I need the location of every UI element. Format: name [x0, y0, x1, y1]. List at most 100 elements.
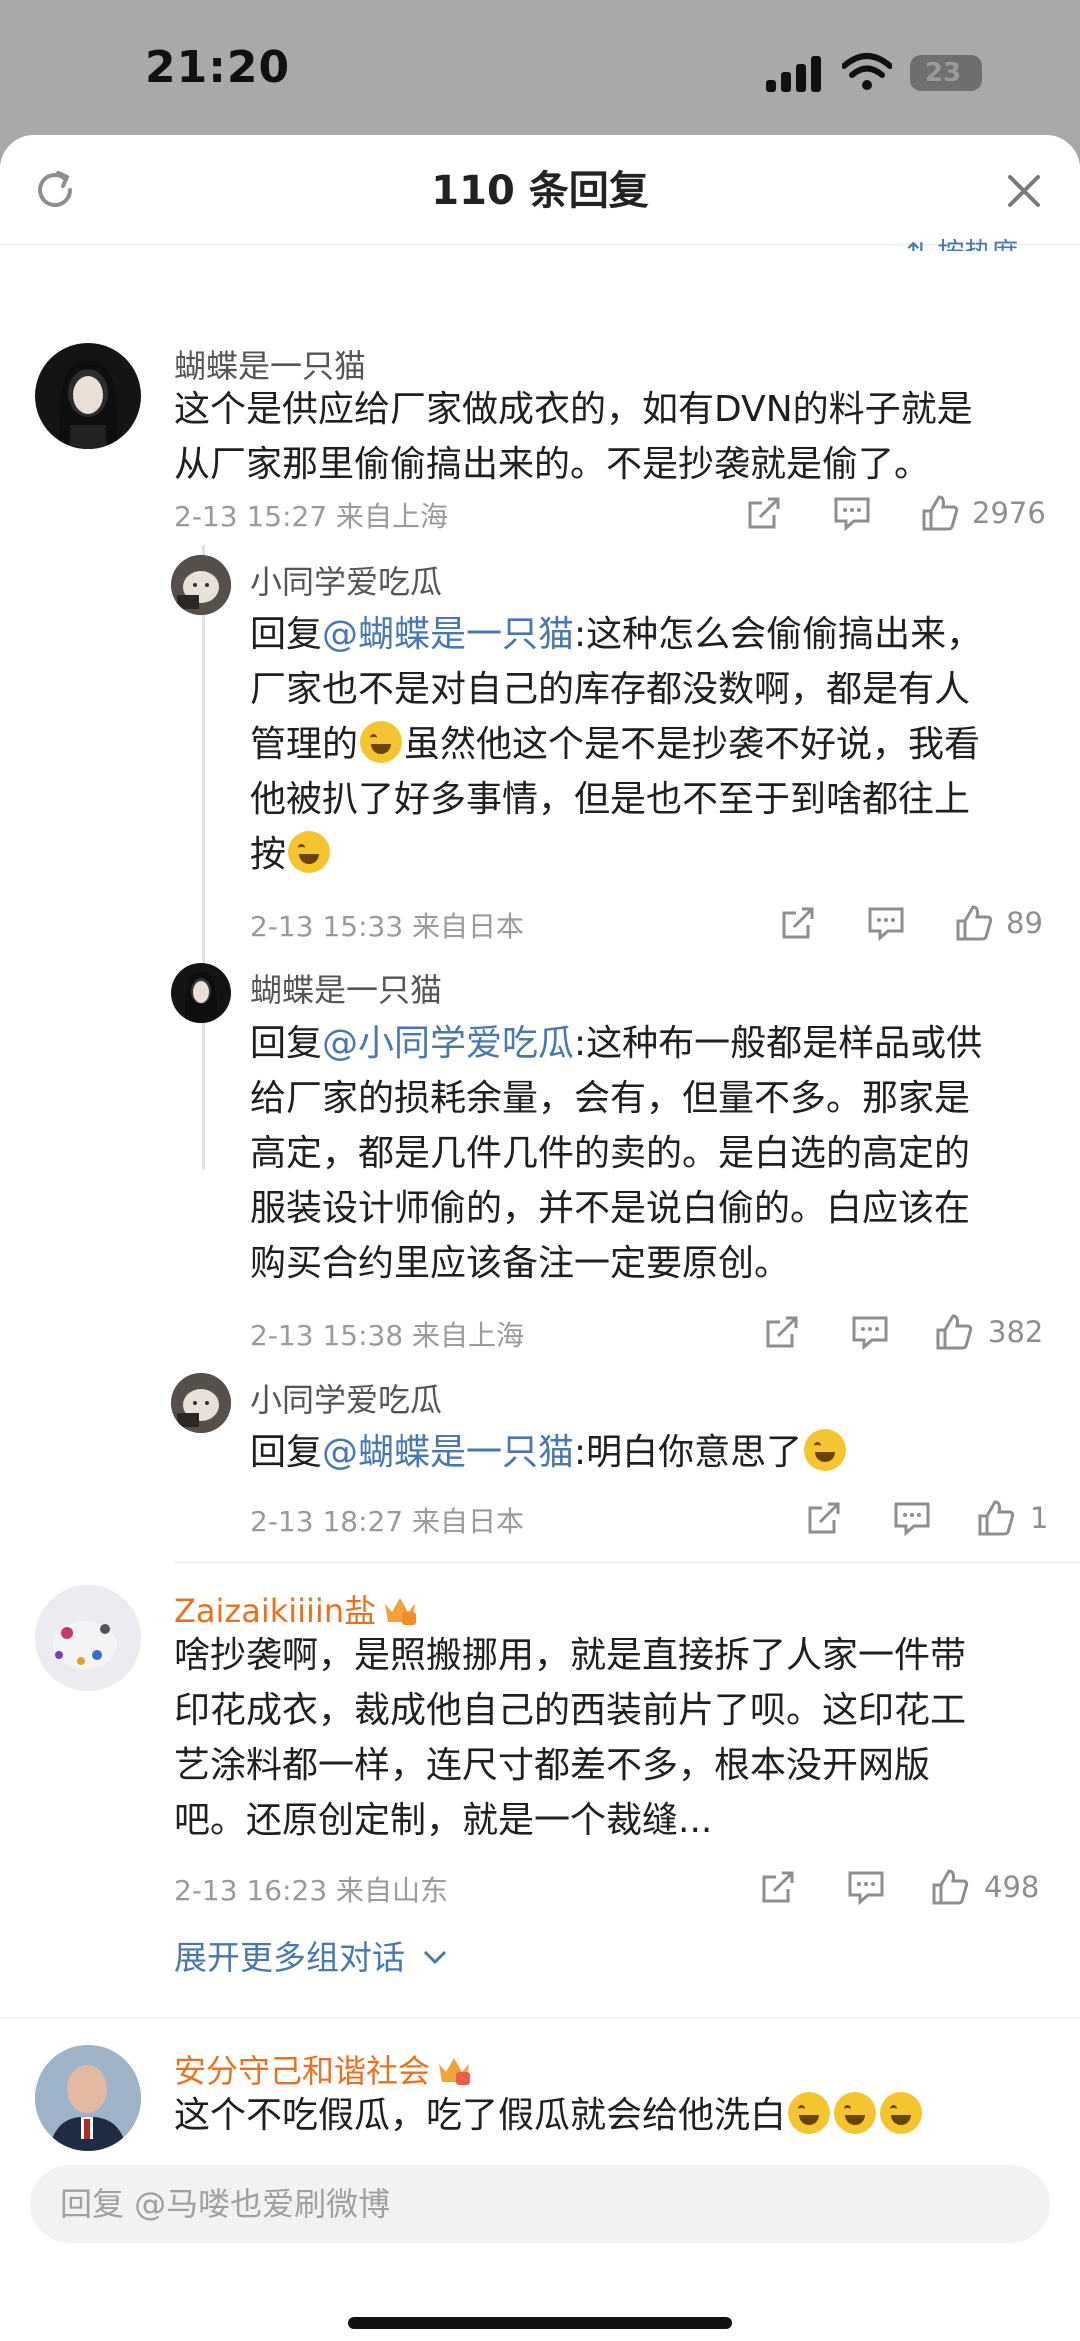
reply-line: 厂家也不是对自己的库存都没数啊，都是有人 — [250, 669, 971, 710]
share-icon[interactable] — [762, 1312, 802, 1352]
vip-crown-badge-icon — [439, 2058, 471, 2085]
cellular-signal-icon — [766, 56, 822, 92]
avatar[interactable] — [35, 1585, 141, 1691]
avatar[interactable] — [171, 1373, 231, 1433]
comment-text: 这个是供应给厂家做成衣的，如有DVN的料子就是 从厂家那里偷偷搞出来的。不是抄袭… — [174, 382, 1054, 492]
reply-actions: 382 — [762, 1312, 1062, 1352]
reply-author[interactable]: 小同学爱吃瓜 — [250, 557, 442, 603]
wifi-icon — [842, 53, 892, 90]
mention-link[interactable]: @小同学爱吃瓜 — [322, 1023, 574, 1064]
comment-icon[interactable] — [832, 493, 872, 533]
avatar[interactable] — [35, 2045, 141, 2151]
battery-tip — [976, 66, 982, 80]
commenter-name-text: Zaizaikiiiin盐 — [174, 1592, 377, 1630]
reply-author[interactable]: 蝴蝶是一只猫 — [250, 965, 442, 1011]
like-icon[interactable] — [930, 1867, 970, 1907]
comment-icon[interactable] — [866, 903, 906, 943]
like-count: 2976 — [972, 496, 1046, 530]
reply-line: 按 — [250, 834, 287, 875]
like-icon[interactable] — [934, 1312, 974, 1352]
comment-text: 这个不吃假瓜，吃了假瓜就会给他洗白 — [174, 2088, 1064, 2143]
comment-line: 从厂家那里偷偷搞出来的。不是抄袭就是偷了。 — [174, 444, 931, 485]
thinking-emoji-icon — [880, 2092, 923, 2134]
reply-prefix: 回复 — [250, 614, 323, 655]
reply-line: 他被扒了好多事情，但是也不至于到啥都往上 — [250, 779, 971, 820]
reply-line: 给厂家的损耗余量，会有，但量不多。那家是 — [250, 1078, 971, 1119]
comment-icon[interactable] — [846, 1867, 886, 1907]
comment-text: 啥抄袭啊，是照搬挪用，就是直接拆了人家一件带 印花成衣，裁成他自己的西装前片了呗… — [174, 1628, 1064, 1848]
comment-meta: 2-13 15:27 来自上海 — [174, 500, 449, 533]
commenter-name[interactable]: 蝴蝶是一只猫 — [174, 341, 366, 387]
reply-input-placeholder: 回复 @马喽也爱刷微博 — [60, 2185, 391, 2223]
sort-arrows-icon: ⇅ — [906, 238, 929, 251]
reply-meta: 2-13 18:27 来自日本 — [250, 1505, 525, 1538]
laugh-emoji-icon — [288, 831, 331, 873]
comment-icon[interactable] — [892, 1498, 932, 1538]
battery-icon: 23 — [910, 55, 982, 91]
reply-actions: 89 — [778, 903, 1058, 943]
expand-label: 展开更多组对话 — [174, 1938, 405, 1977]
battery-level: 23 — [924, 58, 962, 88]
comment-line: 这个不吃假瓜，吃了假瓜就会给他洗白 — [174, 2095, 787, 2136]
avatar[interactable] — [171, 555, 231, 615]
close-icon[interactable] — [1006, 173, 1042, 209]
comment-line: 啥抄袭啊，是照搬挪用，就是直接拆了人家一件带 — [174, 1635, 967, 1676]
comment-line: 艺涂料都一样，连尺寸都差不多，根本没开网版 — [174, 1745, 931, 1786]
share-icon[interactable] — [778, 903, 818, 943]
status-time: 21:20 — [145, 42, 291, 93]
reply-line: 购买合约里应该备注一定要原创。 — [250, 1243, 791, 1284]
avatar[interactable] — [35, 343, 141, 449]
reply-line: 高定，都是几件几件的卖的。是白选的高定的 — [250, 1133, 971, 1174]
comment-actions: 2976 — [744, 493, 1054, 533]
reply-line: 管理的 — [250, 724, 359, 765]
replies-list[interactable]: 蝴蝶是一只猫 这个是供应给厂家做成衣的，如有DVN的料子就是 从厂家那里偷偷搞出… — [0, 245, 1080, 2240]
share-icon[interactable] — [744, 493, 784, 533]
mention-link[interactable]: @蝴蝶是一只猫 — [322, 614, 574, 655]
commenter-name[interactable]: Zaizaikiiiin盐 — [174, 1586, 418, 1632]
reply-text: 回复@小同学爱吃瓜:这种布一般都是样品或供 给厂家的损耗余量，会有，但量不多。那… — [250, 1016, 1050, 1291]
comment-line: 吧。还原创定制，就是一个裁缝... — [174, 1800, 713, 1841]
comment-line: 这个是供应给厂家做成衣的，如有DVN的料子就是 — [174, 389, 973, 430]
commenter-name-text: 安分守己和谐社会 — [174, 2052, 431, 2090]
reply-actions: 1 — [804, 1498, 1064, 1538]
vip-crown-badge-icon — [385, 1598, 417, 1625]
reply-author[interactable]: 小同学爱吃瓜 — [250, 1375, 442, 1421]
comment-line: 印花成衣，裁成他自己的西装前片了呗。这印花工 — [174, 1690, 967, 1731]
reply-prefix: 回复 — [250, 1432, 323, 1473]
sort-toggle[interactable]: ⇅ 按热度 — [906, 231, 1018, 251]
thread-line — [202, 545, 205, 1170]
expand-conversation-button[interactable]: 展开更多组对话 — [174, 1931, 448, 1979]
like-icon[interactable] — [920, 493, 960, 533]
share-icon[interactable] — [758, 1867, 798, 1907]
comment-icon[interactable] — [850, 1312, 890, 1352]
divider — [0, 2017, 1080, 2018]
reply-text: 回复@蝴蝶是一只猫:明白你意思了 — [250, 1425, 1050, 1480]
reply-input[interactable]: 回复 @马喽也爱刷微博 — [30, 2165, 1050, 2243]
laugh-emoji-icon — [804, 1429, 847, 1471]
comment-actions: 498 — [758, 1867, 1068, 1907]
sort-label: 按热度 — [937, 238, 1018, 251]
like-count: 382 — [988, 1315, 1044, 1349]
chevron-down-icon — [423, 1950, 446, 1965]
like-icon[interactable] — [954, 903, 994, 943]
refresh-icon[interactable] — [34, 169, 76, 211]
thinking-emoji-icon — [788, 2092, 831, 2134]
avatar[interactable] — [171, 963, 231, 1023]
reply-line: :这种布一般都是样品或供 — [574, 1023, 983, 1064]
like-icon[interactable] — [976, 1498, 1016, 1538]
mention-link[interactable]: @蝴蝶是一只猫 — [322, 1432, 574, 1473]
laugh-cry-emoji-icon — [360, 721, 403, 763]
reply-line: :这种怎么会偷偷搞出来， — [574, 614, 983, 655]
reply-line: 服装设计师偷的，并不是说白偷的。白应该在 — [250, 1188, 971, 1229]
commenter-name[interactable]: 安分守己和谐社会 — [174, 2046, 472, 2092]
reply-meta: 2-13 15:38 来自上海 — [250, 1319, 525, 1352]
share-icon[interactable] — [804, 1498, 844, 1538]
like-count: 498 — [984, 1870, 1040, 1904]
status-bar: 21:20 23 — [0, 0, 1080, 135]
divider — [174, 1562, 1080, 1563]
reply-text: 回复@蝴蝶是一只猫:这种怎么会偷偷搞出来， 厂家也不是对自己的库存都没数啊，都是… — [250, 607, 1050, 882]
replies-sheet: 蝴蝶是一只猫 这个是供应给厂家做成衣的，如有DVN的料子就是 从厂家那里偷偷搞出… — [0, 135, 1080, 2341]
reply-line: :明白你意思了 — [574, 1432, 803, 1473]
like-count: 1 — [1030, 1501, 1049, 1535]
reply-prefix: 回复 — [250, 1023, 323, 1064]
